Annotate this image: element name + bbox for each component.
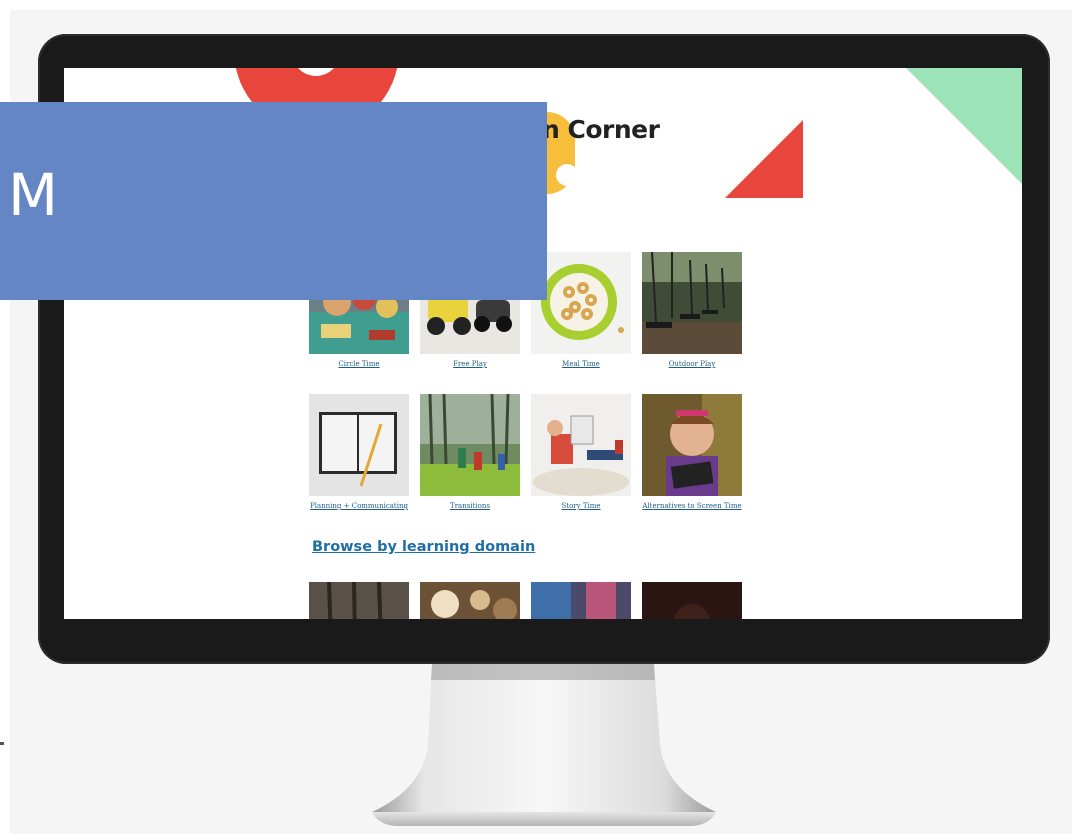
activity-link[interactable]: Alternatives to Screen Time [632,502,752,510]
notebook-pencil-photo [309,394,409,496]
activity-link[interactable]: Planning + Communicating [299,502,419,510]
activity-tile-outdoor-play[interactable]: Outdoor Play [642,252,742,368]
learning-domain-heading[interactable]: Browse by learning domain [312,539,535,555]
domain-photo [531,582,631,619]
child-reading-photo [531,394,631,496]
green-triangle-shape [906,68,1022,184]
activity-link[interactable]: Circle Time [299,360,419,368]
activity-link[interactable]: Story Time [521,502,641,510]
domain-photo [309,582,409,619]
domain-tile[interactable] [642,582,742,619]
child-with-tablet-photo [642,394,742,496]
children-playing-outdoors-photo [420,394,520,496]
domain-photo [420,582,520,619]
activity-link[interactable]: Outdoor Play [632,360,752,368]
activity-link[interactable]: Transitions [410,502,530,510]
banner-letter: M [8,161,59,229]
domain-photo [642,582,742,619]
activity-link[interactable]: Meal Time [521,360,641,368]
yellow-notch-shape [556,164,578,186]
swings-photo [642,252,742,354]
activity-tile-screen-time[interactable]: Alternatives to Screen Time [642,394,742,510]
domain-tile[interactable] [309,582,409,619]
domain-tile[interactable] [531,582,631,619]
red-triangle-shape [725,120,803,198]
overlay-banner [0,102,547,300]
edge-mark [0,742,4,745]
domain-tile[interactable] [420,582,520,619]
activity-tile-transitions[interactable]: Transitions [420,394,520,510]
site-title: n Corner [542,115,660,144]
activity-tile-planning[interactable]: Planning + Communicating [309,394,409,510]
activity-tile-story-time[interactable]: Story Time [531,394,631,510]
activity-link[interactable]: Free Play [410,360,530,368]
